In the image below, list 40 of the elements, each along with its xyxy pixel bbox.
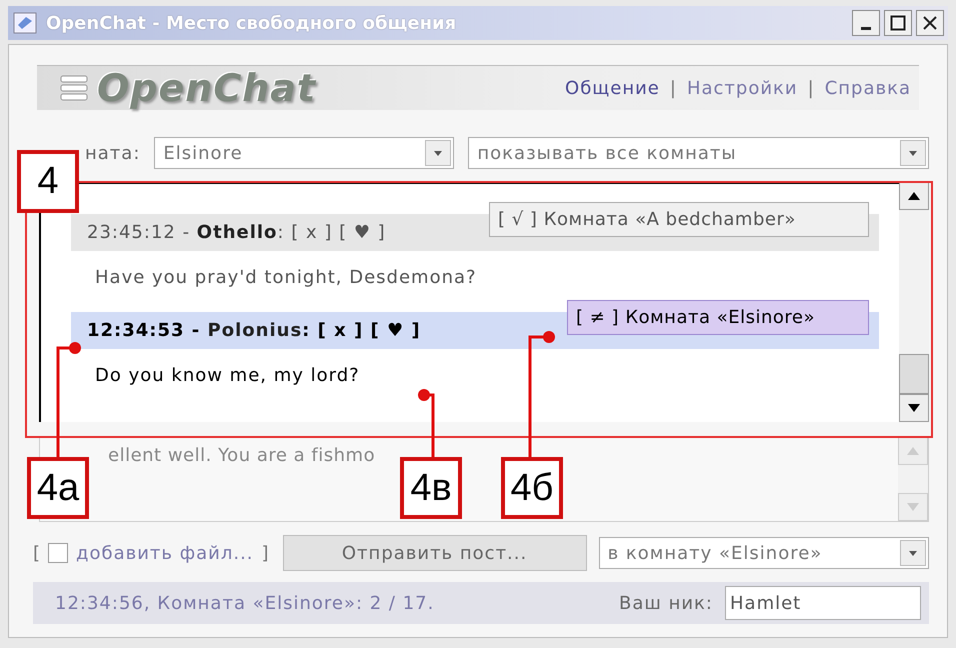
- message-text: Do you know me, my lord?: [94, 364, 361, 388]
- callout-label: 4в: [400, 457, 462, 519]
- menu-icon[interactable]: [59, 73, 89, 103]
- message-text: Have you pray'd tonight, Desdemona?: [94, 266, 478, 290]
- maximize-icon: [890, 15, 906, 31]
- nav-separator: |: [808, 78, 815, 98]
- nav-link[interactable]: Общение: [565, 78, 660, 98]
- leader-line: [418, 389, 434, 457]
- minimize-button[interactable]: [852, 10, 880, 36]
- callout-label: 4: [17, 150, 79, 213]
- dropdown-icon: [425, 140, 452, 166]
- room-label: ната:: [85, 142, 140, 164]
- room-select[interactable]: Elsinore: [154, 137, 454, 169]
- scroll-down-icon[interactable]: [899, 394, 929, 422]
- scrollbar[interactable]: [899, 182, 929, 422]
- scroll-thumb[interactable]: [899, 354, 929, 394]
- attach-file-label[interactable]: добавить файл...: [76, 542, 254, 564]
- callout-label: 4а: [27, 457, 89, 519]
- target-room-select[interactable]: в комнату «Elsinore»: [598, 537, 929, 569]
- window-title: OpenChat - Место свободного общения: [46, 12, 458, 34]
- nav-separator: |: [670, 78, 677, 98]
- close-icon: [922, 15, 938, 31]
- minimize-icon: [861, 26, 871, 30]
- callout-label: 4б: [501, 457, 563, 519]
- close-button[interactable]: [916, 10, 944, 36]
- bracket: [: [33, 542, 40, 564]
- nav-link[interactable]: Настройки: [686, 78, 798, 98]
- dropdown-icon: [900, 540, 926, 566]
- dropdown-icon: [900, 140, 926, 166]
- logo: OpenChat: [97, 66, 318, 110]
- bracket: ]: [262, 542, 269, 564]
- status-text: 12:34:56, Комната «Elsinore»: 2 / 17.: [55, 592, 436, 614]
- send-button[interactable]: Отправить пост...: [282, 535, 587, 571]
- attach-checkbox[interactable]: [48, 543, 68, 563]
- nav-link[interactable]: Справка: [824, 78, 911, 98]
- nick-field[interactable]: Hamlet: [725, 586, 921, 620]
- scroll-up-icon[interactable]: [899, 182, 929, 210]
- maximize-button[interactable]: [884, 10, 912, 36]
- filter-select[interactable]: показывать все комнаты: [468, 137, 929, 169]
- nick-label: Ваш ник:: [619, 592, 713, 614]
